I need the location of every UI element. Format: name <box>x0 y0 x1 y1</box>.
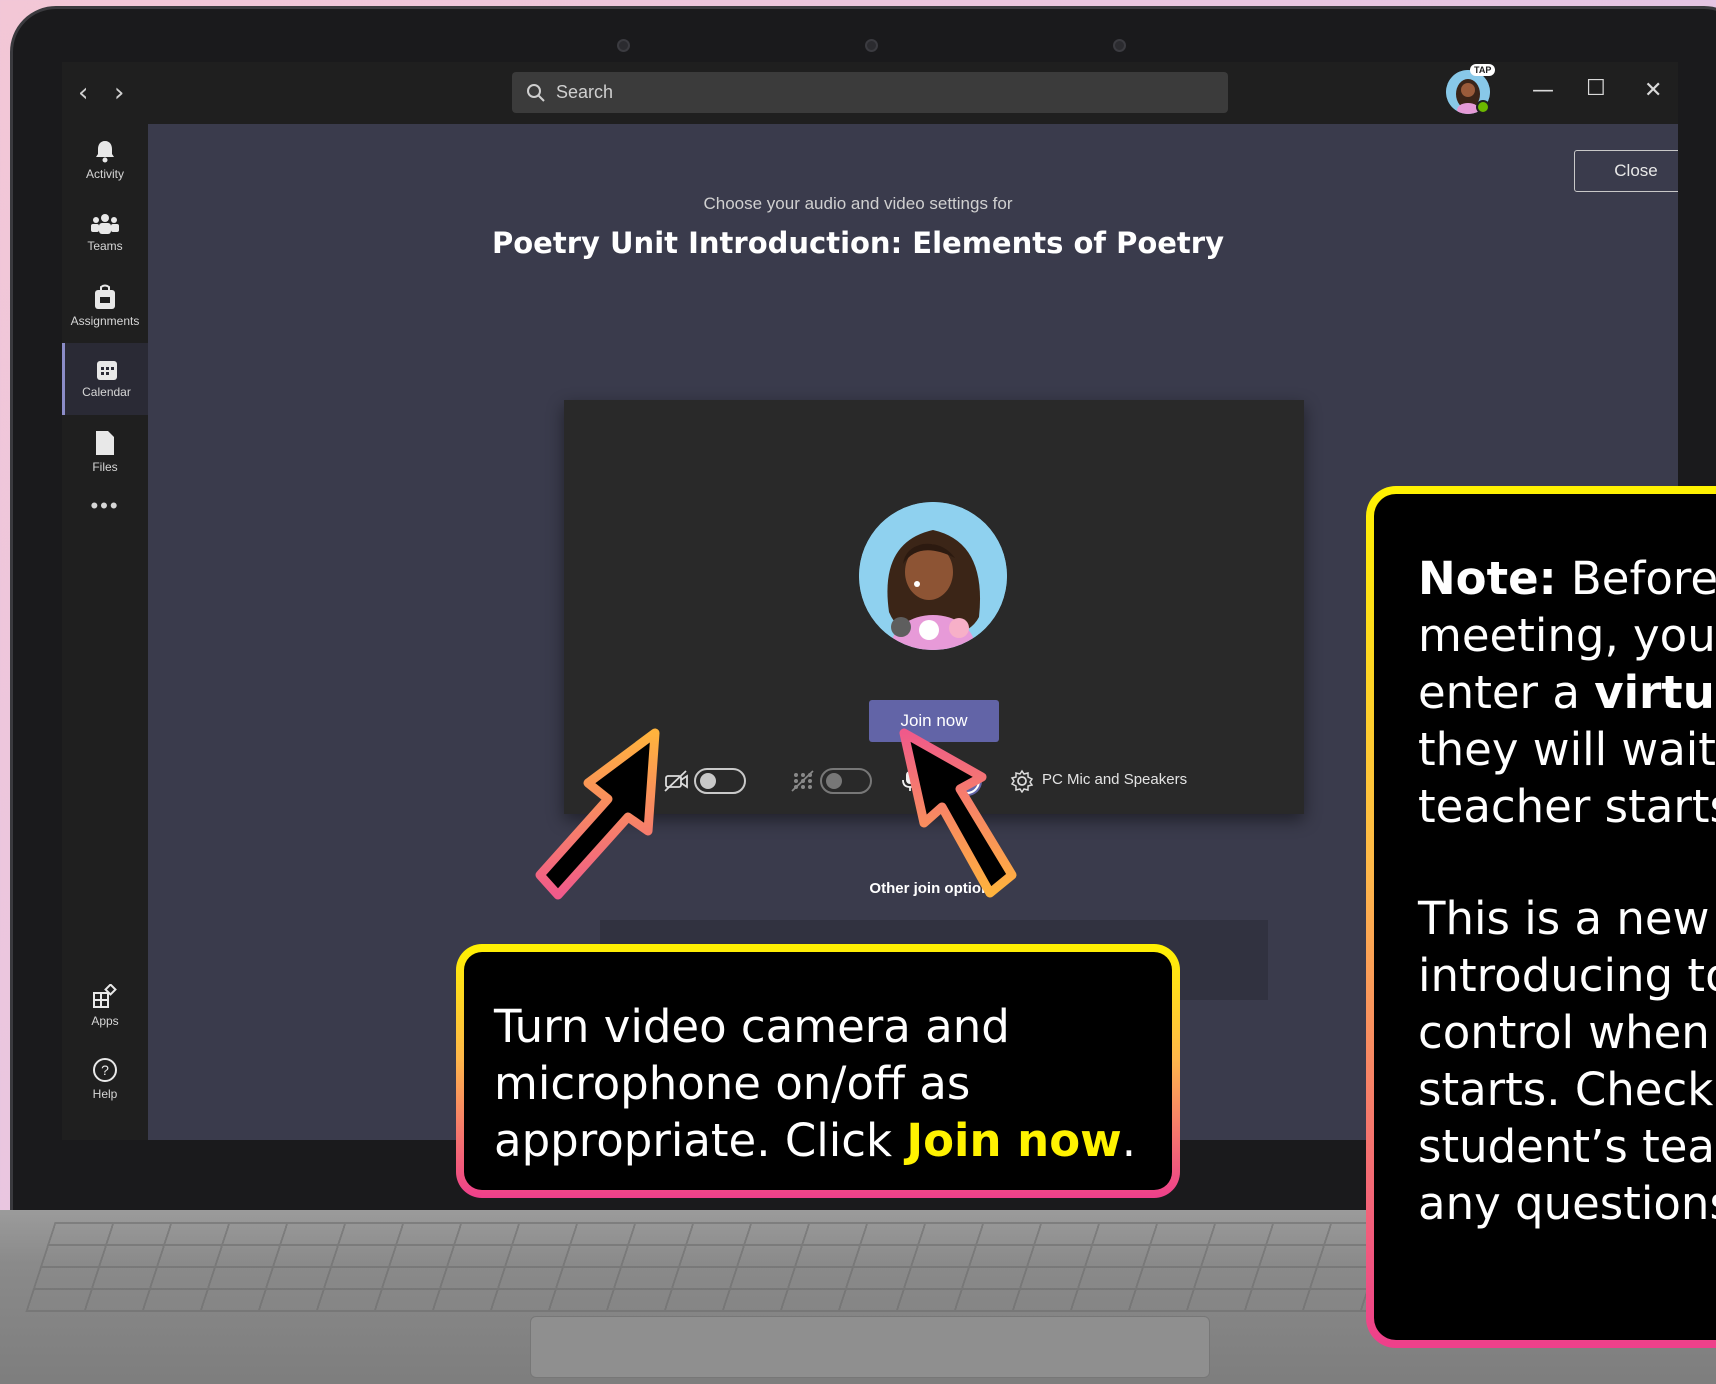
note-paragraph-1: Note: Before j meeting, your enter a vir… <box>1418 550 1716 835</box>
apps-icon <box>93 984 117 1008</box>
user-avatar <box>859 502 1007 650</box>
prejoin-subtitle: Choose your audio and video settings for <box>703 194 1013 213</box>
meeting-title: Poetry Unit Introduction: Elements of Po… <box>491 226 1224 260</box>
audio-device-label[interactable]: PC Mic and Speakers <box>1042 771 1187 788</box>
note-paragraph-2: This is a new fe introducing to control … <box>1418 890 1716 1232</box>
file-icon <box>96 431 114 455</box>
bell-icon <box>96 141 114 163</box>
search-input[interactable]: Search <box>512 72 1228 113</box>
back-arrow-icon[interactable]: ‹ <box>78 78 88 108</box>
toggle-knob <box>826 773 842 789</box>
note-line: This is a new fe <box>1418 892 1716 945</box>
search-placeholder: Search <box>556 82 614 102</box>
rail-item-label: Apps <box>91 1014 119 1028</box>
note-bold-word: virtual <box>1594 666 1716 719</box>
rail-item-label: Activity <box>85 167 124 181</box>
note-line: any questions. <box>1418 1177 1716 1230</box>
note-line: student’s teach <box>1418 1120 1716 1173</box>
rail-item-label: Files <box>92 460 118 474</box>
search-icon <box>527 83 545 102</box>
webcam-icon <box>865 39 878 52</box>
calendar-icon <box>96 361 117 380</box>
note-line: teacher starts t <box>1418 780 1716 833</box>
rail-item-assignments[interactable]: Assignments <box>62 270 148 342</box>
presence-status-icon <box>1476 100 1490 114</box>
rail-item-files[interactable]: Files <box>62 416 148 488</box>
note-label: Note: <box>1418 552 1557 605</box>
assignments-icon <box>95 284 115 309</box>
note-line: enter a <box>1418 666 1595 719</box>
maximize-icon[interactable]: ☐ <box>1586 76 1606 101</box>
note-callout: Note: Before j meeting, your enter a vir… <box>1366 486 1716 1348</box>
note-line: control when t <box>1418 1006 1716 1059</box>
trackpad <box>530 1316 1210 1378</box>
rail-item-teams[interactable]: Teams <box>62 197 148 269</box>
rail-item-activity[interactable]: Activity <box>62 124 148 196</box>
background-blur-icon <box>791 770 814 792</box>
pointer-arrow-icon <box>899 728 1017 898</box>
rail-item-label: Calendar <box>82 385 131 399</box>
note-line: Before j <box>1570 552 1716 605</box>
note-line: meeting, your <box>1418 609 1716 662</box>
instruction-end: . <box>1121 1114 1136 1167</box>
minimize-icon[interactable]: — <box>1532 78 1554 103</box>
note-line: starts. Check w <box>1418 1063 1716 1116</box>
sensor-dot <box>1113 39 1126 52</box>
note-line: they will wait u <box>1418 723 1716 776</box>
rail-item-help[interactable]: ? Help <box>62 1043 148 1115</box>
camera-toggle[interactable] <box>694 768 746 794</box>
join-now-highlight: Join now <box>906 1114 1122 1167</box>
sensor-dot <box>617 39 630 52</box>
toggle-knob <box>700 773 716 789</box>
help-icon: ? <box>93 1058 117 1082</box>
rail-item-calendar[interactable]: Calendar <box>62 343 148 415</box>
note-line: introducing to <box>1418 949 1716 1002</box>
title-bar: ‹ › Search TAP — ☐ ✕ <box>62 62 1678 124</box>
avatar[interactable]: TAP <box>1446 64 1496 117</box>
rail-item-apps[interactable]: Apps <box>62 970 148 1042</box>
close-window-icon[interactable]: ✕ <box>1644 78 1662 103</box>
rail-item-label: Help <box>92 1087 118 1101</box>
background-blur-toggle[interactable] <box>820 768 872 794</box>
more-apps-icon[interactable]: ••• <box>62 484 148 528</box>
rail-item-label: Assignments <box>70 314 140 328</box>
instruction-callout: Turn video camera and microphone on/off … <box>456 944 1180 1198</box>
pointer-arrow-icon <box>535 728 660 900</box>
close-button[interactable]: Close <box>1574 150 1678 192</box>
teams-icon <box>91 214 119 234</box>
app-rail: Activity Teams Assignments Calendar File… <box>62 124 148 1140</box>
rail-item-label: Teams <box>87 239 123 253</box>
instruction-text: Turn video camera and microphone on/off … <box>494 998 1154 1169</box>
profile-badge: TAP <box>1470 64 1496 76</box>
svg-text:?: ? <box>101 1062 109 1078</box>
forward-arrow-icon[interactable]: › <box>114 78 124 108</box>
